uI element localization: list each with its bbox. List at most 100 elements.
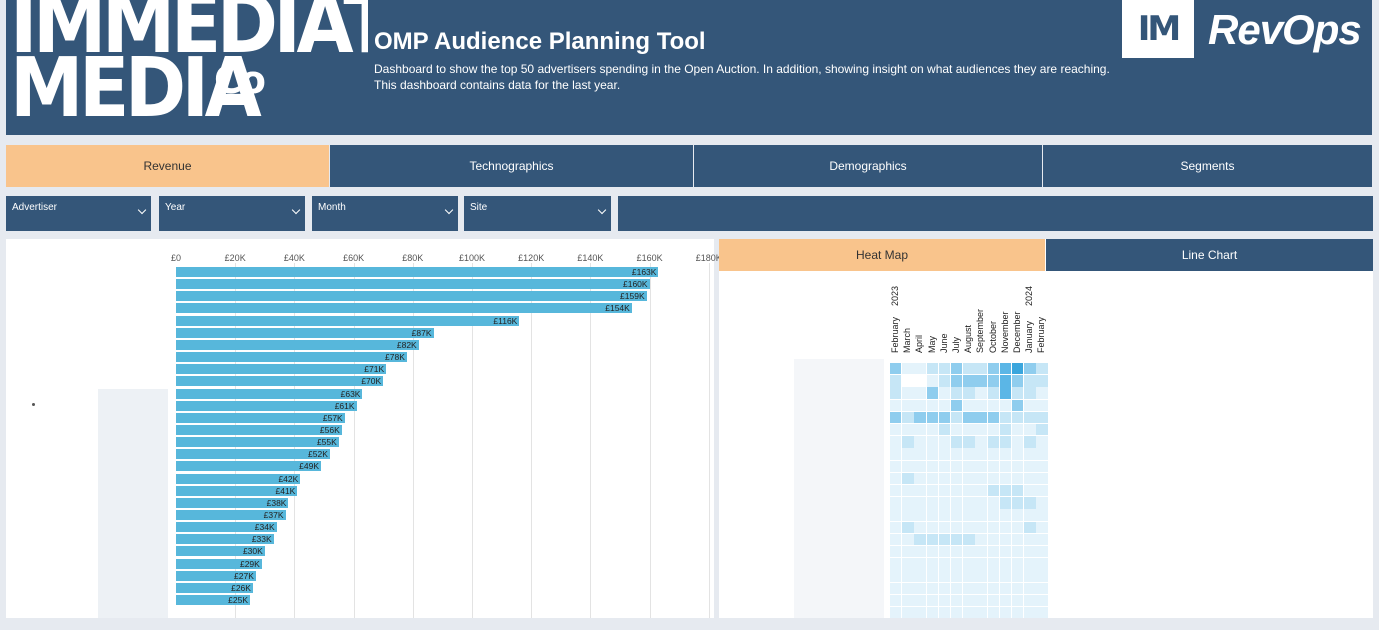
heatmap-cell[interactable] <box>890 582 902 594</box>
bar[interactable]: £41K <box>176 485 298 496</box>
heatmap-cell[interactable] <box>914 460 926 472</box>
heatmap-cell[interactable] <box>1012 460 1024 472</box>
heatmap-cell[interactable] <box>999 521 1012 533</box>
heatmap-cell[interactable] <box>938 594 951 607</box>
heatmap-cell[interactable] <box>1012 448 1024 460</box>
heatmap-cell[interactable] <box>999 399 1012 411</box>
heatmap-cell[interactable] <box>926 460 938 472</box>
heatmap-cell[interactable] <box>902 570 914 582</box>
heatmap-cell[interactable] <box>914 424 926 436</box>
heatmap-cell[interactable] <box>938 521 951 533</box>
heatmap-cell[interactable] <box>914 533 926 546</box>
heatmap-cell[interactable] <box>1012 436 1024 448</box>
heatmap-cell[interactable] <box>926 485 938 497</box>
heatmap-cell[interactable] <box>902 533 914 546</box>
bar[interactable]: £29K <box>176 558 262 569</box>
heatmap-cell[interactable] <box>975 546 987 558</box>
heatmap-cell[interactable] <box>1012 509 1024 521</box>
heatmap-cell[interactable] <box>914 375 926 387</box>
heatmap-cell[interactable] <box>914 472 926 485</box>
heatmap-cell[interactable] <box>1012 424 1024 436</box>
heatmap-cell[interactable] <box>902 387 914 399</box>
heatmap-cell[interactable] <box>987 546 999 558</box>
site-filter[interactable]: Site <box>464 196 611 231</box>
heatmap-cell[interactable] <box>999 509 1012 521</box>
heatmap-cell[interactable] <box>963 521 975 533</box>
bar[interactable]: £33K <box>176 534 274 545</box>
heatmap-cell[interactable] <box>914 594 926 607</box>
heatmap-cell[interactable] <box>1012 582 1024 594</box>
heatmap-cell[interactable] <box>999 460 1012 472</box>
heatmap-cell[interactable] <box>926 387 938 399</box>
heatmap-cell[interactable] <box>999 375 1012 387</box>
heatmap-cell[interactable] <box>951 363 963 375</box>
heatmap-cell[interactable] <box>975 436 987 448</box>
bar[interactable]: £26K <box>176 582 253 593</box>
heatmap-cell[interactable] <box>951 448 963 460</box>
heatmap-cell[interactable] <box>890 411 902 424</box>
heatmap-cell[interactable] <box>890 570 902 582</box>
heatmap-cell[interactable] <box>951 411 963 424</box>
heatmap-cell[interactable] <box>914 411 926 424</box>
heatmap-cell[interactable] <box>975 399 987 411</box>
heatmap-cell[interactable] <box>890 485 902 497</box>
heatmap-cell[interactable] <box>914 399 926 411</box>
heatmap-cell[interactable] <box>1012 472 1024 485</box>
heatmap-cell[interactable] <box>1012 363 1024 375</box>
heatmap-cell[interactable] <box>902 558 914 570</box>
heatmap-cell[interactable] <box>987 424 999 436</box>
heatmap-cell[interactable] <box>938 497 951 509</box>
heatmap-cell[interactable] <box>938 546 951 558</box>
heatmap-cell[interactable] <box>902 582 914 594</box>
heatmap-cell[interactable] <box>987 558 999 570</box>
heatmap-cell[interactable] <box>1012 375 1024 387</box>
heatmap-cell[interactable] <box>999 363 1012 375</box>
heatmap-cell[interactable] <box>1024 607 1036 619</box>
heatmap-cell[interactable] <box>938 570 951 582</box>
heatmap-cell[interactable] <box>914 582 926 594</box>
heatmap-cell[interactable] <box>902 485 914 497</box>
heatmap-cell[interactable] <box>1012 411 1024 424</box>
heatmap-cell[interactable] <box>1036 436 1048 448</box>
heatmap-cell[interactable] <box>1012 533 1024 546</box>
heatmap-cell[interactable] <box>963 509 975 521</box>
heatmap-cell[interactable] <box>999 485 1012 497</box>
heatmap-cell[interactable] <box>951 460 963 472</box>
heatmap-cell[interactable] <box>963 363 975 375</box>
heatmap-cell[interactable] <box>902 607 914 619</box>
heatmap-cell[interactable] <box>1024 436 1036 448</box>
heatmap-cell[interactable] <box>890 521 902 533</box>
heatmap-cell[interactable] <box>938 399 951 411</box>
heatmap-cell[interactable] <box>926 399 938 411</box>
tab-technographics[interactable]: Technographics <box>330 145 693 187</box>
heatmap-cell[interactable] <box>914 509 926 521</box>
heatmap-cell[interactable] <box>999 387 1012 399</box>
heatmap-cell[interactable] <box>902 436 914 448</box>
heatmap-cell[interactable] <box>938 607 951 619</box>
heatmap-cell[interactable] <box>1036 387 1048 399</box>
bar[interactable]: £37K <box>176 510 286 520</box>
heatmap-cell[interactable] <box>951 521 963 533</box>
heatmap-cell[interactable] <box>926 607 938 619</box>
heatmap-cell[interactable] <box>914 363 926 375</box>
heatmap-cell[interactable] <box>1012 546 1024 558</box>
heatmap-cell[interactable] <box>987 582 999 594</box>
heatmap-cell[interactable] <box>926 582 938 594</box>
heatmap-cell[interactable] <box>1036 399 1048 411</box>
bar[interactable]: £30K <box>176 546 265 557</box>
heatmap-cell[interactable] <box>914 558 926 570</box>
heatmap-cell[interactable] <box>987 594 999 607</box>
bar[interactable]: £52K <box>176 449 330 460</box>
heatmap-cell[interactable] <box>1024 570 1036 582</box>
heatmap-cell[interactable] <box>926 448 938 460</box>
heatmap-cell[interactable] <box>926 411 938 424</box>
heatmap-cell[interactable] <box>1024 546 1036 558</box>
bar[interactable]: £61K <box>176 400 357 411</box>
heatmap-cell[interactable] <box>1012 521 1024 533</box>
heatmap-cell[interactable] <box>1024 533 1036 546</box>
heatmap-cell[interactable] <box>890 375 902 387</box>
heatmap-cell[interactable] <box>902 521 914 533</box>
heatmap-cell[interactable] <box>1024 411 1036 424</box>
bar[interactable]: £42K <box>176 473 301 484</box>
heatmap-cell[interactable] <box>987 399 999 411</box>
